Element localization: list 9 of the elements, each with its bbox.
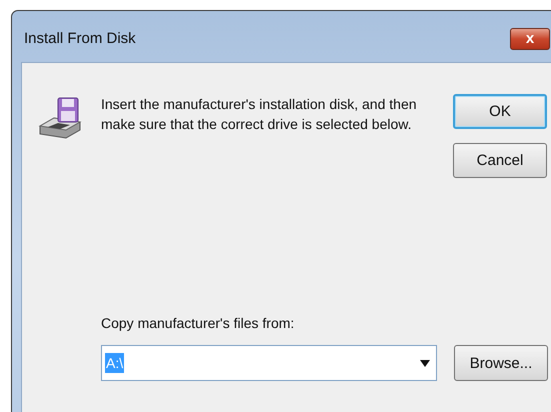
dialog-button[interactable]: OK (453, 94, 547, 129)
close-button[interactable]: x (510, 28, 550, 50)
dialog-button[interactable]: Cancel (453, 143, 547, 178)
dropdown-arrow-icon[interactable] (420, 360, 430, 366)
browse-button[interactable]: Browse... (454, 345, 548, 381)
window-title: Install From Disk (24, 29, 137, 47)
instruction-text: Insert the manufacturer's installation disk, and then make sure that the correct drive is selected below. (101, 95, 418, 134)
disk-drive-icon (38, 96, 82, 140)
field-label: Copy manufacturer's files from: (101, 315, 296, 331)
